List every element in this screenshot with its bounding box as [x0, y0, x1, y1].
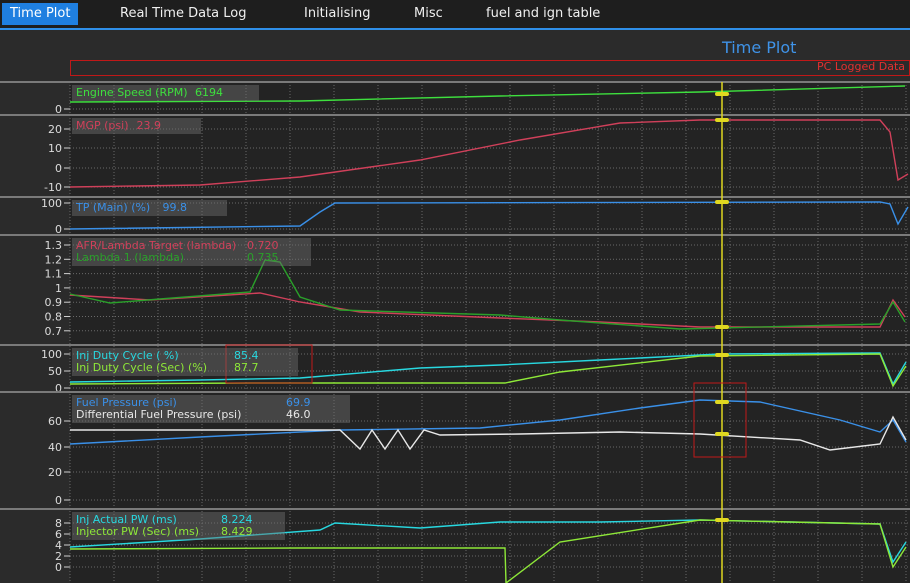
- axis-tick-label: 0: [55, 382, 62, 395]
- tab-time-plot[interactable]: Time Plot: [2, 3, 79, 25]
- axis-tick-label: 1: [55, 282, 62, 295]
- channel-name: MGP (psi): [76, 119, 129, 132]
- cursor-marker: [715, 400, 729, 404]
- cursor-marker: [715, 518, 729, 522]
- axis-tick-label: 40: [48, 441, 62, 454]
- axis-tick-label: 1.3: [45, 239, 63, 252]
- channel-value: 6194: [195, 86, 223, 99]
- channel-value: 87.7: [234, 361, 259, 374]
- channel-value: 99.8: [162, 201, 188, 214]
- axis-tick-label: 0: [55, 494, 62, 507]
- channel-name: Lambda 1 (lambda): [76, 251, 185, 264]
- time-plot-chart[interactable]: 020100-1010001.31.21.110.90.80.710050060…: [0, 60, 910, 583]
- channel-name: TP (Main) (%): [76, 201, 151, 214]
- cursor-marker: [715, 353, 729, 357]
- tab-initialising[interactable]: Initialising: [296, 3, 378, 25]
- channel-value: 8.429: [221, 525, 253, 538]
- axis-tick-label: 0: [55, 561, 62, 574]
- axis-tick-label: -10: [44, 181, 62, 194]
- cursor-marker: [715, 118, 729, 122]
- axis-tick-label: 50: [48, 365, 62, 378]
- axis-tick-label: 20: [48, 466, 62, 479]
- axis-tick-label: 60: [48, 415, 62, 428]
- tab-fuel-and-ign-table[interactable]: fuel and ign table: [478, 3, 608, 25]
- axis-tick-label: 0.9: [45, 296, 63, 309]
- axis-tick-label: 10: [48, 142, 62, 155]
- cursor-marker: [715, 432, 729, 436]
- time-plot-panel: Time Plot PC Logged Data 0 20 10 0 -10 100 0 1.…: [0, 28, 910, 583]
- cursor-marker: [715, 92, 729, 96]
- plot-title: Time Plot: [722, 38, 797, 57]
- axis-tick-label: 20: [48, 123, 62, 136]
- channel-value: 23.9: [136, 119, 162, 132]
- axis-tick-label: 0.7: [45, 325, 63, 338]
- axis-tick-label: 0.8: [45, 311, 63, 324]
- axis-tick-label: 100: [41, 197, 62, 210]
- tab-real-time-data-log[interactable]: Real Time Data Log: [112, 3, 255, 25]
- channel-value: 46.0: [286, 408, 311, 421]
- plot-area: [70, 82, 910, 583]
- channel-value: 0.735: [247, 251, 279, 264]
- axis-tick-label: 100: [41, 348, 62, 361]
- cursor-marker: [715, 325, 729, 329]
- channel-name: Engine Speed (RPM): [76, 86, 188, 99]
- tab-misc[interactable]: Misc: [406, 3, 451, 25]
- axis-tick-label: 1.1: [45, 268, 63, 281]
- channel-name: Inj Duty Cycle (Sec) (%): [76, 361, 208, 374]
- cursor-marker: [715, 200, 729, 204]
- axis-tick-label: 0: [55, 162, 62, 175]
- channel-name: Injector PW (Sec) (ms): [76, 525, 200, 538]
- axis-tick-label: 1.2: [45, 253, 63, 266]
- channel-name: Differential Fuel Pressure (psi): [76, 408, 242, 421]
- tab-bar: Time Plot Real Time Data Log Initialisin…: [0, 0, 910, 28]
